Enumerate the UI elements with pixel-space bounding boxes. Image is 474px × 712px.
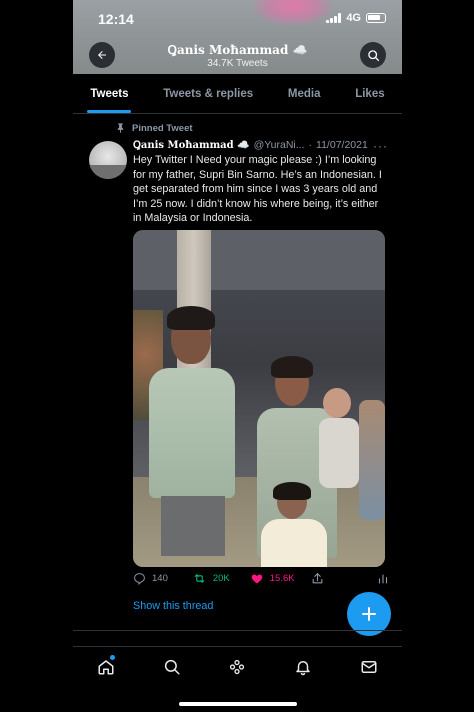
like-button[interactable]: 15.6K (250, 572, 295, 585)
stats-button[interactable] (377, 573, 389, 585)
tweet-count: 34.7K Tweets (207, 58, 268, 69)
pin-icon (117, 123, 124, 134)
reply-count: 140 (152, 573, 168, 584)
header-banner-art (253, 0, 333, 26)
search-icon (367, 49, 379, 61)
stats-icon (378, 573, 388, 584)
nav-spaces[interactable] (222, 652, 252, 682)
share-button[interactable] (311, 572, 324, 585)
tweet-actions: 140 20K 15.6K (133, 572, 389, 585)
tab-likes[interactable]: Likes (338, 74, 402, 113)
phone-screen: 12:14 4G Ꝗanis Moħammad ☁️ 34.7K Tweets … (73, 0, 402, 712)
search-icon (164, 659, 180, 674)
profile-header: 12:14 4G Ꝗanis Moħammad ☁️ 34.7K Tweets (73, 0, 402, 74)
retweet-icon (194, 574, 205, 583)
envelope-icon (361, 660, 377, 673)
home-icon (98, 659, 114, 674)
tweet-author-name[interactable]: Ꝗanis Moħammad ☁️ (133, 140, 250, 151)
heart-icon (251, 574, 263, 584)
share-icon (312, 573, 322, 584)
nav-home[interactable] (91, 652, 121, 682)
nav-explore[interactable] (157, 652, 187, 682)
reply-icon (134, 573, 145, 585)
tweet-separator: · (308, 139, 313, 151)
tweet-header: Ꝗanis Moħammad ☁️ @YuraNi... · 11/07/202… (133, 139, 368, 151)
nav-notifications[interactable] (288, 652, 318, 682)
battery-icon (366, 13, 386, 23)
tweet-text: Hey Twitter I Need your magic please :) … (133, 154, 382, 225)
home-indicator[interactable] (179, 702, 297, 706)
network-label: 4G (346, 12, 361, 24)
feed-divider (73, 630, 402, 631)
profile-tabs: Tweets Tweets & replies Media Likes (73, 74, 402, 114)
profile-name: Ꝗanis Moħammad ☁️ (167, 43, 308, 57)
tab-media[interactable]: Media (271, 74, 338, 113)
like-count: 15.6K (269, 573, 295, 584)
status-time: 12:14 (98, 11, 134, 27)
avatar[interactable] (89, 141, 127, 179)
bell-icon (296, 660, 311, 675)
retweet-button[interactable]: 20K (192, 572, 230, 585)
pinned-indicator: Pinned Tweet (115, 122, 193, 134)
spaces-icon (230, 659, 245, 674)
tweet-photo[interactable] (133, 230, 385, 567)
tweet-handle[interactable]: @YuraNi... (254, 139, 305, 151)
tab-tweets[interactable]: Tweets (73, 74, 146, 113)
status-indicators: 4G (326, 12, 386, 24)
bottom-navigation (73, 646, 402, 686)
tab-tweets-and-replies[interactable]: Tweets & replies (146, 74, 271, 113)
show-thread-link[interactable]: Show this thread (133, 600, 213, 612)
nav-messages[interactable] (354, 652, 384, 682)
search-button[interactable] (360, 42, 386, 68)
tweet-date[interactable]: 11/07/2021 (316, 139, 368, 151)
retweet-count: 20K (212, 573, 230, 584)
more-horizontal-icon[interactable]: ··· (373, 139, 388, 153)
reply-button[interactable]: 140 (133, 572, 168, 585)
pinned-label: Pinned Tweet (132, 122, 193, 134)
signal-icon (326, 13, 342, 23)
notification-dot (109, 654, 115, 660)
plus-icon (362, 607, 376, 621)
